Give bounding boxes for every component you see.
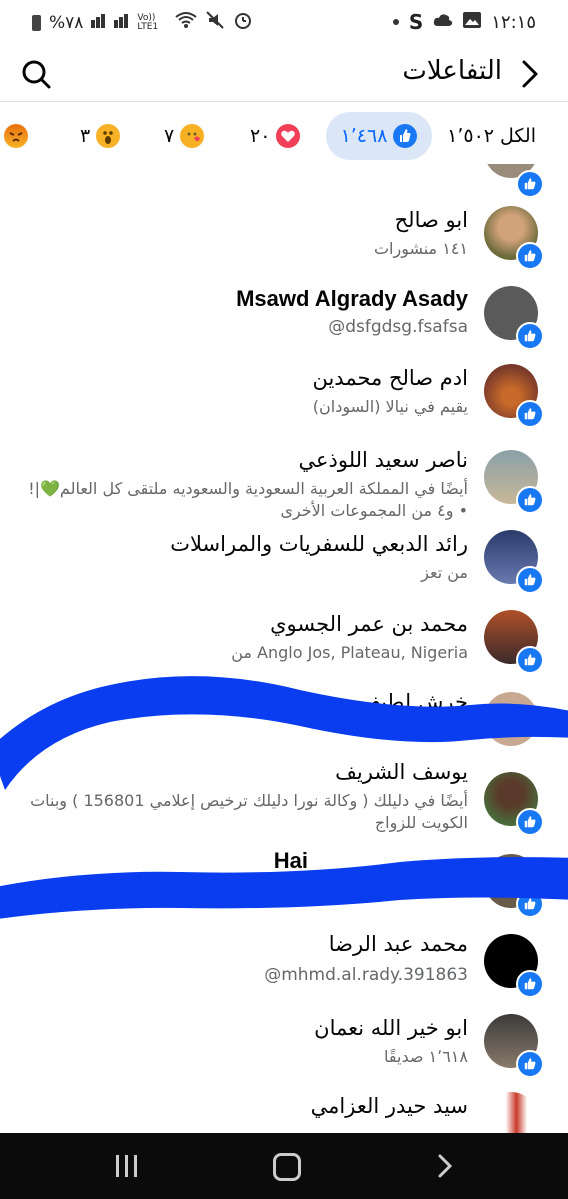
person-name[interactable]: خرش لطيف محمد الم bbox=[272, 690, 468, 714]
status-left: %٧٨ Vo)) LTE1 bbox=[32, 10, 253, 35]
mute-icon bbox=[205, 10, 225, 35]
back-chevron-icon[interactable] bbox=[514, 58, 546, 90]
like-badge-icon bbox=[516, 400, 544, 428]
like-badge-icon bbox=[516, 890, 544, 918]
nav-back-icon[interactable] bbox=[432, 1153, 458, 1179]
person-name[interactable]: ناصر سعيد اللوذعي bbox=[298, 448, 468, 472]
like-badge-icon bbox=[516, 170, 544, 198]
like-reaction-icon bbox=[393, 124, 418, 148]
reactions-list: ابو صالح ١٤١ منشورات Msawd Algrady Asady… bbox=[0, 164, 568, 1134]
tab-wow[interactable]: ٣ bbox=[80, 112, 121, 160]
person-detail: @mhmd.al.rady.391863 bbox=[264, 965, 468, 985]
tab-like[interactable]: ١٬٤٦٨ bbox=[326, 112, 432, 160]
person-detail: ١٤١ منشورات bbox=[373, 239, 468, 258]
person-name[interactable]: ابو صالح bbox=[395, 208, 468, 232]
person-detail: أيضًا في دليلك ( وكالة نورا دليلك ترخيص … bbox=[30, 791, 468, 832]
person-detail: يقيم في نيالا (السودان) bbox=[312, 397, 468, 416]
tab-wow-count: ٣ bbox=[80, 125, 91, 147]
dot-icon bbox=[392, 19, 399, 25]
status-bar: %٧٨ Vo)) LTE1 S ١٢:١٥ bbox=[0, 0, 568, 42]
signal-icon-2 bbox=[114, 13, 129, 33]
reaction-tabs: الكل ١٬٥٠٢ ١٬٤٦٨ ٢٠ ٧ ٣ ٣ bbox=[0, 112, 568, 162]
avatar bbox=[484, 692, 538, 746]
system-navigation-bar bbox=[0, 1133, 568, 1199]
like-badge-icon bbox=[516, 566, 544, 594]
tab-care-count: ٧ bbox=[164, 125, 175, 147]
header-divider bbox=[0, 101, 568, 102]
tab-like-count: ١٬٤٦٨ bbox=[340, 125, 388, 147]
like-badge-icon bbox=[516, 646, 544, 674]
person-name[interactable]: محمد عبد الرضا bbox=[329, 932, 468, 956]
status-right: S ١٢:١٥ bbox=[392, 10, 536, 34]
header: التفاعلات bbox=[0, 46, 568, 102]
like-badge-icon bbox=[516, 486, 544, 514]
recent-apps-icon[interactable] bbox=[116, 1155, 137, 1177]
person-detail: ١٬٦١٨ صديقًا bbox=[384, 1047, 468, 1066]
person-name[interactable]: ادم صالح محمدين bbox=[312, 366, 468, 390]
tab-angry[interactable]: ٣ bbox=[0, 112, 29, 160]
person-detail: أيضًا في المملكة العربية السعودية والسعو… bbox=[28, 479, 468, 520]
like-badge-icon bbox=[516, 322, 544, 350]
person-detail: Anglo Jos, Plateau, Nigeria من bbox=[231, 643, 468, 662]
page-title: التفاعلات bbox=[402, 56, 502, 86]
person-name[interactable]: Hai bbox=[274, 848, 308, 874]
person-name[interactable]: سيد حيدر العزامي bbox=[311, 1094, 468, 1118]
tab-love[interactable]: ٢٠ bbox=[250, 112, 301, 160]
care-reaction-icon bbox=[180, 124, 205, 148]
love-reaction-icon bbox=[276, 124, 301, 148]
tab-all[interactable]: الكل ١٬٥٠٢ bbox=[447, 112, 536, 160]
person-name[interactable]: يوسف الشريف bbox=[335, 760, 468, 784]
cloud-icon bbox=[433, 12, 453, 32]
avatar bbox=[484, 1092, 538, 1134]
search-icon[interactable] bbox=[20, 58, 52, 90]
lte-label: Vo)) LTE1 bbox=[137, 12, 159, 32]
tab-care[interactable]: ٧ bbox=[164, 112, 205, 160]
like-badge-icon bbox=[516, 970, 544, 998]
person-name[interactable]: رائد الدبعي للسفريات والمراسلات bbox=[170, 532, 468, 556]
clock: ١٢:١٥ bbox=[491, 11, 536, 33]
s-icon: S bbox=[408, 10, 424, 34]
person-name[interactable]: ابو خير الله نعمان bbox=[314, 1016, 468, 1040]
like-badge-icon bbox=[516, 808, 544, 836]
alarm-icon bbox=[233, 10, 253, 35]
gallery-icon bbox=[463, 11, 482, 33]
person-detail: @dsfgdsg.fsafsa bbox=[328, 317, 468, 337]
person-detail: من تعز bbox=[421, 563, 468, 582]
battery-text: %٧٨ bbox=[49, 12, 84, 33]
angry-reaction-icon bbox=[4, 124, 29, 148]
signal-icon bbox=[91, 13, 106, 33]
wow-reaction-icon bbox=[96, 124, 121, 148]
battery-icon bbox=[32, 14, 41, 31]
like-badge-icon bbox=[516, 1050, 544, 1078]
like-badge-icon bbox=[516, 242, 544, 270]
wifi-icon bbox=[175, 11, 198, 34]
person-name[interactable]: Msawd Algrady Asady bbox=[236, 286, 468, 312]
person-name[interactable]: محمد بن عمر الجسوي bbox=[270, 612, 468, 636]
tab-love-count: ٢٠ bbox=[250, 125, 271, 147]
tab-all-label: الكل ١٬٥٠٢ bbox=[447, 125, 536, 147]
home-icon[interactable] bbox=[273, 1153, 301, 1181]
